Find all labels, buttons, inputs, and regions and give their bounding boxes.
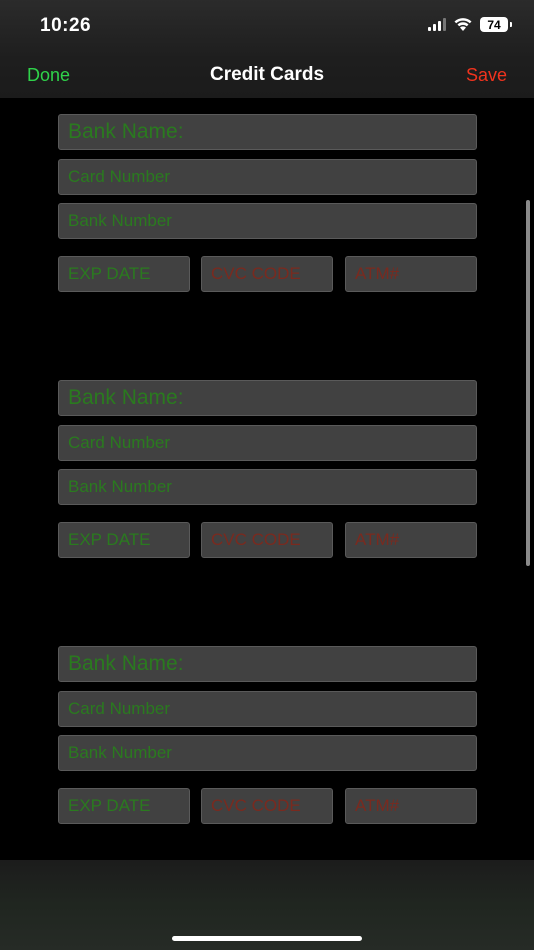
- bank-name-placeholder: Bank Name:: [68, 386, 184, 409]
- bank-number-field[interactable]: Bank Number: [58, 735, 477, 771]
- battery-level: 74: [487, 17, 501, 32]
- bank-name-field[interactable]: Bank Name:: [58, 646, 477, 682]
- vertical-scrollbar[interactable]: [526, 200, 530, 566]
- top-area: 10:26 74 Done Credit Cards Save: [0, 0, 534, 98]
- cellular-signal-icon: [428, 18, 446, 31]
- status-time: 10:26: [40, 15, 92, 36]
- atm-placeholder: ATM#: [355, 530, 400, 549]
- card-number-placeholder: Card Number: [68, 433, 171, 452]
- exp-date-field[interactable]: EXP DATE: [58, 788, 190, 824]
- wifi-icon: [454, 18, 472, 31]
- cvc-code-placeholder: CVC CODE: [211, 796, 301, 815]
- bank-name-placeholder: Bank Name:: [68, 120, 184, 143]
- atm-placeholder: ATM#: [355, 796, 400, 815]
- exp-date-placeholder: EXP DATE: [68, 264, 151, 283]
- card-number-field[interactable]: Card Number: [58, 159, 477, 195]
- status-icons: 74: [428, 17, 512, 32]
- save-button[interactable]: Save: [466, 65, 507, 86]
- bank-number-placeholder: Bank Number: [68, 477, 172, 496]
- cvc-code-field[interactable]: CVC CODE: [201, 788, 333, 824]
- atm-field[interactable]: ATM#: [345, 522, 477, 558]
- bank-number-placeholder: Bank Number: [68, 211, 172, 230]
- card-number-placeholder: Card Number: [68, 699, 171, 718]
- status-bar: 10:26 74: [0, 0, 534, 52]
- cvc-code-field[interactable]: CVC CODE: [201, 256, 333, 292]
- bank-number-placeholder: Bank Number: [68, 743, 172, 762]
- bank-number-field[interactable]: Bank Number: [58, 203, 477, 239]
- card-number-placeholder: Card Number: [68, 167, 171, 186]
- home-indicator[interactable]: [172, 936, 362, 941]
- card-number-field[interactable]: Card Number: [58, 425, 477, 461]
- atm-field[interactable]: ATM#: [345, 788, 477, 824]
- cvc-code-field[interactable]: CVC CODE: [201, 522, 333, 558]
- cvc-code-placeholder: CVC CODE: [211, 264, 301, 283]
- page-title: Credit Cards: [209, 64, 325, 85]
- atm-field[interactable]: ATM#: [345, 256, 477, 292]
- screen: 10:26 74 Done Credit Cards Save Bank Nam…: [0, 0, 534, 950]
- bank-name-placeholder: Bank Name:: [68, 652, 184, 675]
- exp-date-placeholder: EXP DATE: [68, 796, 151, 815]
- card-number-field[interactable]: Card Number: [58, 691, 477, 727]
- bank-name-field[interactable]: Bank Name:: [58, 114, 477, 150]
- navigation-bar: Done Credit Cards Save: [0, 52, 534, 98]
- battery-icon: 74: [480, 17, 508, 32]
- exp-date-field[interactable]: EXP DATE: [58, 522, 190, 558]
- exp-date-field[interactable]: EXP DATE: [58, 256, 190, 292]
- atm-placeholder: ATM#: [355, 264, 400, 283]
- exp-date-placeholder: EXP DATE: [68, 530, 151, 549]
- bank-number-field[interactable]: Bank Number: [58, 469, 477, 505]
- cvc-code-placeholder: CVC CODE: [211, 530, 301, 549]
- card-form-list[interactable]: Bank Name: Card Number Bank Number EXP D…: [0, 98, 534, 860]
- bank-name-field[interactable]: Bank Name:: [58, 380, 477, 416]
- battery-tip: [510, 22, 512, 27]
